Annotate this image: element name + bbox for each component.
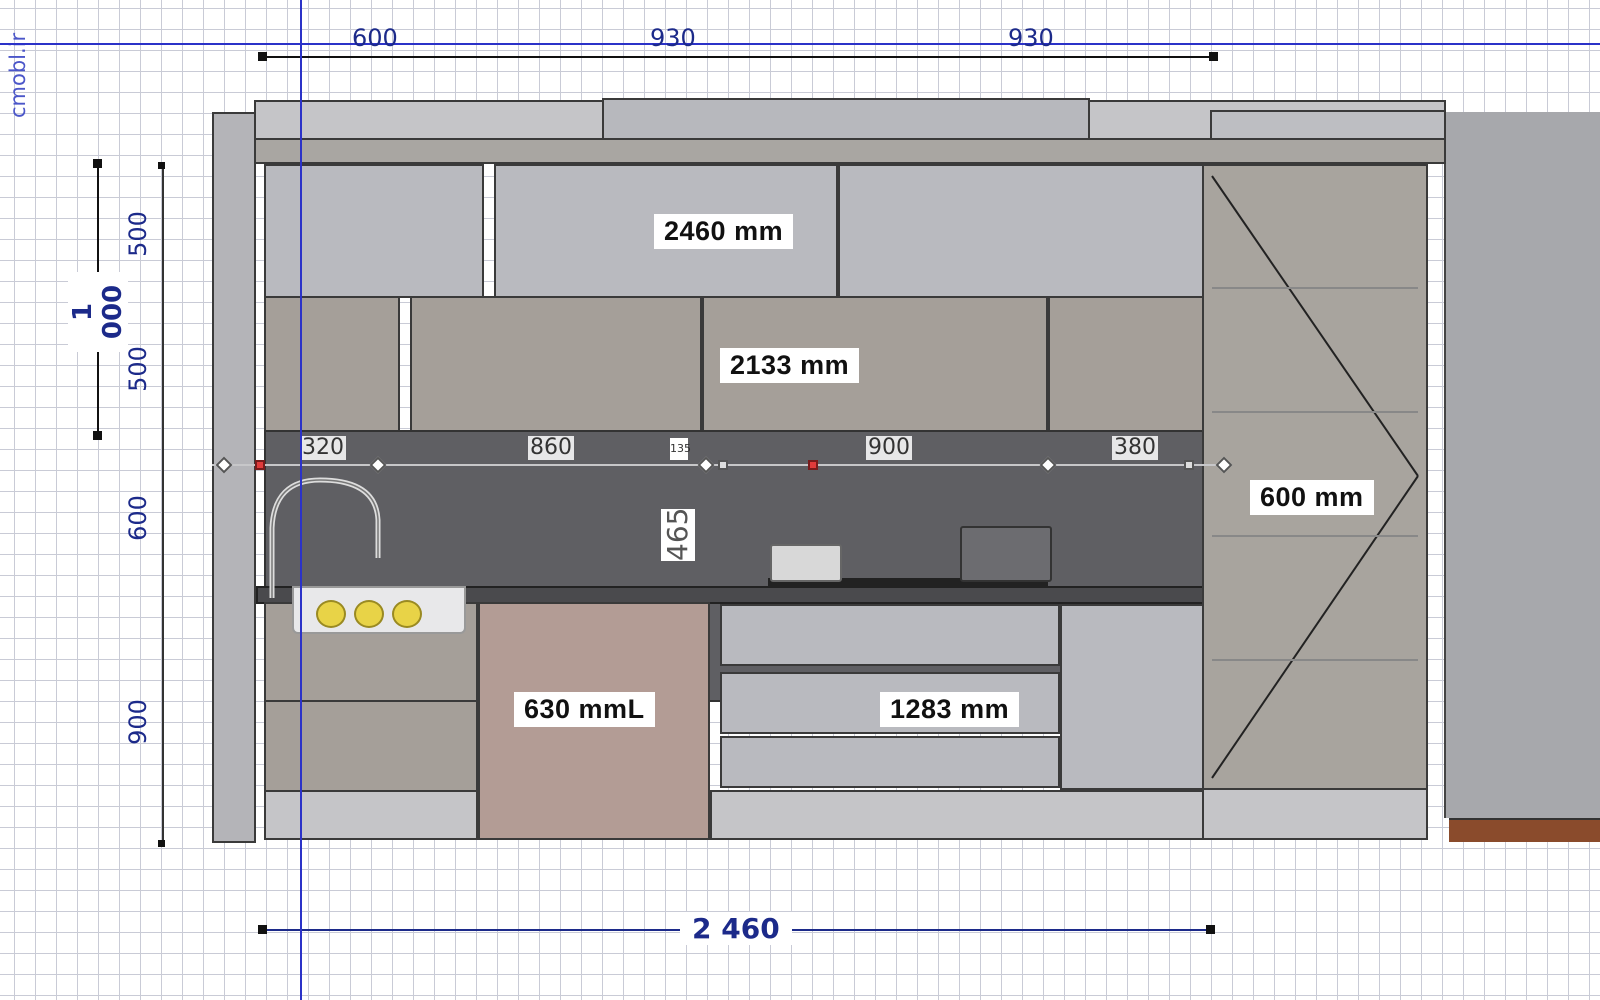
cornice-left[interactable] (254, 100, 604, 140)
tall-unit-plinth (1202, 788, 1428, 840)
cornice-base-strip (254, 138, 1446, 164)
drawer-plinth (710, 790, 1204, 840)
top-dimension-line (262, 56, 1214, 58)
sink-base-lower[interactable] (264, 700, 478, 792)
horizontal-guide-line[interactable] (0, 43, 1600, 45)
left-segment-900: 900 (124, 699, 152, 745)
top-dimension-tick-left (258, 52, 267, 61)
left-overall-tick-bottom (93, 431, 102, 440)
left-end-panel[interactable] (212, 112, 256, 843)
drawer-3[interactable] (720, 736, 1060, 788)
small-pot-icon (770, 544, 842, 582)
left-segment-500-top: 500 (124, 211, 152, 257)
top-dimension-3: 930 (1008, 24, 1054, 52)
left-segment-tick-top (158, 162, 165, 169)
fruit-icon (354, 600, 384, 628)
cornice-tall[interactable] (1210, 110, 1446, 140)
fruit-icon (392, 600, 422, 628)
backsplash-height-label: 465 (661, 507, 695, 561)
left-segment-600: 600 (124, 495, 152, 541)
left-segment-500-mid: 500 (124, 346, 152, 392)
top-dimension-1: 600 (352, 24, 398, 52)
kitchen-elevation[interactable]: 320 860 900 380 135 465 2460 mm 2133 mm … (212, 98, 1600, 845)
watermark: cmobl.ir (6, 32, 30, 118)
base-mid-label: 1283 mm (880, 692, 1020, 727)
backsplash-dim-380: 380 (1112, 435, 1158, 460)
backsplash-dim-860: 860 (528, 435, 574, 460)
dimension-square[interactable] (1184, 460, 1194, 470)
side-wall (1444, 112, 1600, 818)
bottom-dimension-tick-left (258, 925, 267, 934)
tall-unit-door-lines (1211, 175, 1419, 779)
floor-strip (1449, 818, 1600, 842)
drawer-1[interactable] (720, 604, 1060, 666)
sink-base-plinth (264, 790, 478, 840)
wall-height-label: 2133 mm (720, 348, 860, 383)
bottom-dimension-text: 2 460 (680, 912, 792, 945)
left-overall-dimension-text: 1 000 (68, 272, 128, 352)
backsplash-dim-900: 900 (866, 435, 912, 460)
dimension-marker[interactable] (255, 460, 265, 470)
top-dimension-tick-right (1209, 52, 1218, 61)
upper-cabinet-3[interactable] (838, 164, 1204, 298)
tall-unit-label: 600 mm (1250, 480, 1374, 515)
fruit-icon (316, 600, 346, 628)
vertical-guide-line[interactable] (300, 0, 302, 1000)
small-marker: 135 (670, 438, 691, 460)
dimension-square[interactable] (718, 460, 728, 470)
cornice-mid[interactable] (602, 98, 1090, 140)
large-pot-icon (960, 526, 1052, 582)
top-dimension-2: 930 (650, 24, 696, 52)
left-overall-tick-top (93, 159, 102, 168)
base-cabinet-right[interactable] (1060, 604, 1204, 790)
dimension-marker[interactable] (808, 460, 818, 470)
left-segment-tick-bottom (158, 840, 165, 847)
upper-cabinet-1[interactable] (264, 164, 484, 298)
base-left-label: 630 mmL (514, 692, 655, 727)
backsplash-dim-320: 320 (300, 435, 346, 460)
upper-width-label: 2460 mm (654, 214, 794, 249)
bottom-dimension-tick-right (1206, 925, 1215, 934)
left-segment-dimension-line (162, 166, 164, 844)
